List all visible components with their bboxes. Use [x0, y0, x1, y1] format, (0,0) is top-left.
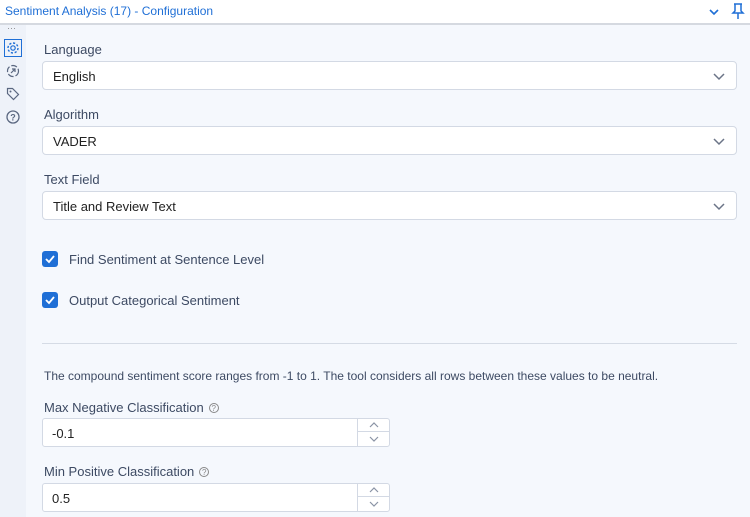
min-positive-stepper[interactable]: [357, 484, 389, 511]
sentence-level-checkbox[interactable]: [42, 251, 58, 267]
min-positive-label: Min Positive Classification?: [44, 464, 210, 479]
max-negative-input[interactable]: -0.1: [42, 418, 390, 447]
help-icon[interactable]: ?: [199, 467, 210, 477]
max-negative-label-text: Max Negative Classification: [44, 400, 204, 415]
language-label: Language: [44, 42, 102, 57]
language-value: English: [53, 69, 96, 84]
connection-arrow-icon[interactable]: [4, 62, 22, 80]
text-field-value: Title and Review Text: [53, 199, 176, 214]
chevron-down-icon[interactable]: [358, 432, 389, 445]
checkmark-icon: [45, 296, 55, 305]
pin-icon[interactable]: [731, 2, 745, 25]
sentence-level-label[interactable]: Find Sentiment at Sentence Level: [69, 252, 264, 267]
max-negative-label: Max Negative Classification?: [44, 400, 219, 415]
algorithm-select[interactable]: VADER: [42, 126, 737, 155]
divider: [42, 343, 737, 344]
panel-header: Sentiment Analysis (17) - Configuration: [0, 0, 750, 25]
min-positive-input[interactable]: 0.5: [42, 483, 390, 512]
checkmark-icon: [45, 255, 55, 264]
language-select[interactable]: English: [42, 61, 737, 90]
sidebar: ··· ?: [0, 23, 26, 517]
categorical-sentiment-label[interactable]: Output Categorical Sentiment: [69, 293, 240, 308]
svg-text:?: ?: [10, 113, 16, 123]
algorithm-value: VADER: [53, 134, 97, 149]
text-field-label: Text Field: [44, 172, 100, 187]
panel-title: Sentiment Analysis (17) - Configuration: [5, 4, 214, 18]
gear-icon[interactable]: [4, 39, 22, 57]
tag-icon[interactable]: [4, 85, 22, 103]
algorithm-label: Algorithm: [44, 107, 99, 122]
neutral-range-note: The compound sentiment score ranges from…: [44, 369, 659, 383]
help-icon[interactable]: ?: [4, 108, 22, 126]
min-positive-value: 0.5: [52, 491, 71, 506]
categorical-sentiment-checkbox[interactable]: [42, 292, 58, 308]
chevron-up-icon[interactable]: [358, 484, 389, 497]
more-dots-icon[interactable]: ···: [7, 23, 16, 33]
help-icon[interactable]: ?: [208, 403, 219, 413]
min-positive-label-text: Min Positive Classification: [44, 464, 195, 479]
chevron-down-icon: [713, 203, 725, 211]
chevron-down-icon: [713, 73, 725, 81]
chevron-down-icon: [713, 138, 725, 146]
max-negative-value: -0.1: [52, 426, 75, 441]
text-field-select[interactable]: Title and Review Text: [42, 191, 737, 220]
collapse-chevron-icon[interactable]: [708, 5, 720, 23]
chevron-up-icon[interactable]: [358, 419, 389, 432]
max-negative-stepper[interactable]: [357, 419, 389, 446]
chevron-down-icon[interactable]: [358, 497, 389, 510]
